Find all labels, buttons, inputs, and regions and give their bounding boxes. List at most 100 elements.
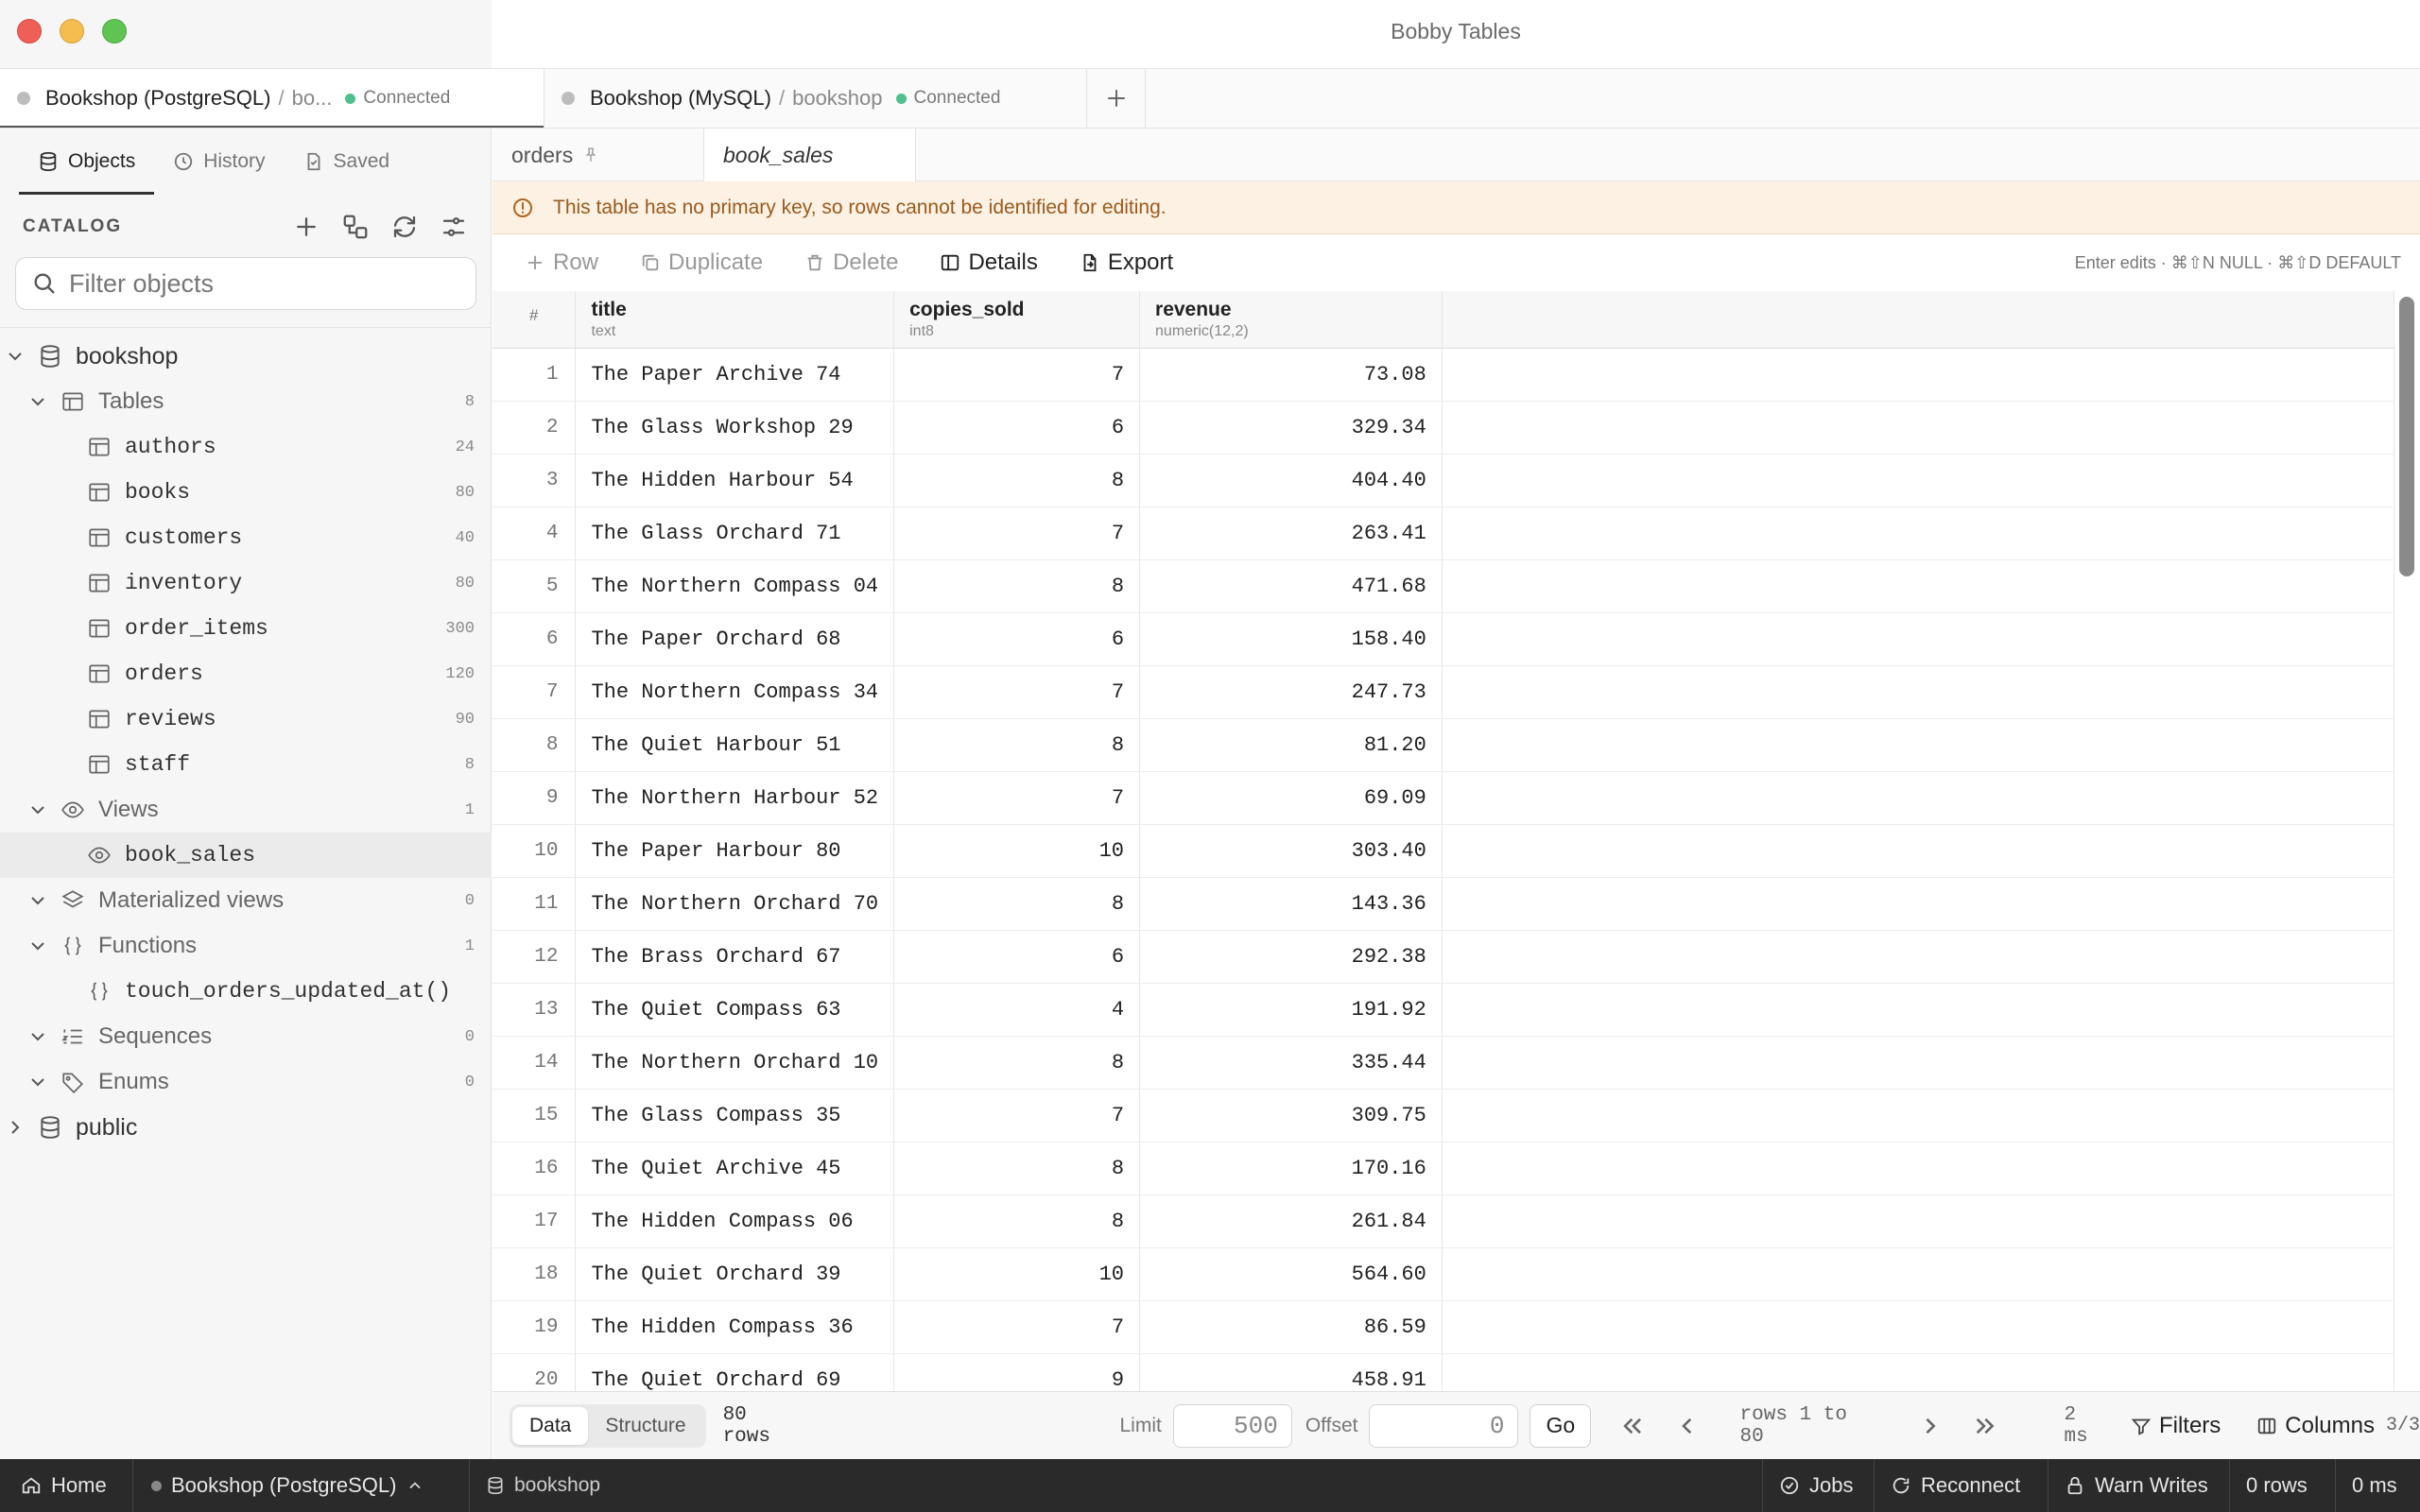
cell-title[interactable]: The Hidden Compass 06	[575, 1194, 895, 1248]
filter-objects-field[interactable]	[15, 257, 476, 310]
cell-revenue[interactable]: 69.09	[1139, 771, 1443, 825]
cell-title[interactable]: The Paper Harbour 80	[575, 824, 895, 878]
first-page-icon[interactable]	[1616, 1409, 1649, 1443]
cell-copies-sold[interactable]: 6	[893, 930, 1141, 984]
cell-title[interactable]: The Northern Compass 34	[575, 665, 895, 719]
cell-title[interactable]: The Brass Orchard 67	[575, 930, 895, 984]
cell-copies-sold[interactable]: 10	[893, 1247, 1141, 1301]
table-row[interactable]: 9 The Northern Harbour 52 7 69.09	[493, 771, 2394, 825]
offset-input[interactable]	[1369, 1403, 1519, 1448]
cell-copies-sold[interactable]: 7	[893, 665, 1141, 719]
export-button[interactable]: Export	[1080, 249, 1173, 276]
chevron-down-icon[interactable]	[26, 390, 49, 413]
schema-diagram-icon[interactable]	[341, 213, 370, 241]
cell-revenue[interactable]: 404.40	[1139, 454, 1443, 507]
cell-copies-sold[interactable]: 7	[893, 348, 1141, 402]
cell-title[interactable]: The Northern Orchard 10	[575, 1036, 895, 1090]
cell-revenue[interactable]: 329.34	[1139, 401, 1443, 455]
filter-objects-input[interactable]	[69, 268, 466, 299]
table-row[interactable]: 10 The Paper Harbour 80 10 303.40	[493, 824, 2394, 878]
cell-revenue[interactable]: 309.75	[1139, 1089, 1443, 1143]
cell-title[interactable]: The Quiet Compass 63	[575, 983, 895, 1037]
data-mode-button[interactable]: Data	[512, 1406, 589, 1445]
cell-title[interactable]: The Quiet Orchard 39	[575, 1247, 895, 1301]
chevron-down-icon[interactable]	[26, 889, 49, 912]
close-window-button[interactable]	[17, 19, 42, 43]
tab-history[interactable]: History	[154, 129, 284, 195]
structure-mode-button[interactable]: Structure	[588, 1407, 702, 1445]
tree-database-bookshop[interactable]: bookshop	[0, 334, 492, 379]
cell-copies-sold[interactable]: 8	[893, 1142, 1141, 1195]
cell-copies-sold[interactable]: 8	[893, 877, 1141, 931]
jobs-button[interactable]: Jobs	[1779, 1459, 1853, 1512]
connection-tab-postgresql[interactable]: Bookshop (PostgreSQL) / bo... Connected	[0, 69, 544, 128]
table-row[interactable]: 17 The Hidden Compass 06 8 261.84	[493, 1194, 2394, 1248]
table-row[interactable]: 2 The Glass Workshop 29 6 329.34	[493, 401, 2394, 455]
cell-title[interactable]: The Northern Orchard 70	[575, 877, 895, 931]
table-row[interactable]: 8 The Quiet Harbour 51 8 81.20	[493, 718, 2394, 772]
cell-title[interactable]: The Hidden Harbour 54	[575, 454, 895, 507]
cell-revenue[interactable]: 86.59	[1139, 1300, 1443, 1354]
cell-revenue[interactable]: 292.38	[1139, 930, 1443, 984]
cell-copies-sold[interactable]: 8	[893, 454, 1141, 507]
cell-title[interactable]: The Glass Compass 35	[575, 1089, 895, 1143]
tab-book-sales[interactable]: book_sales	[704, 129, 916, 181]
chevron-down-icon[interactable]	[26, 935, 49, 957]
tree-group-views[interactable]: Views 1	[0, 787, 492, 833]
tree-view-book-sales[interactable]: book_sales	[0, 833, 492, 878]
tree-table-item[interactable]: authors 24	[0, 424, 492, 470]
chevron-down-icon[interactable]	[4, 345, 26, 368]
vertical-scrollbar[interactable]	[2393, 291, 2419, 1365]
refresh-icon[interactable]	[390, 213, 419, 241]
plus-icon[interactable]	[292, 213, 320, 241]
add-connection-button[interactable]	[1087, 69, 1146, 128]
cell-copies-sold[interactable]: 4	[893, 983, 1141, 1037]
filters-button[interactable]: Filters	[2131, 1413, 2221, 1439]
cell-title[interactable]: The Quiet Archive 45	[575, 1142, 895, 1195]
last-page-icon[interactable]	[1969, 1409, 2002, 1443]
table-row[interactable]: 18 The Quiet Orchard 39 10 564.60	[493, 1247, 2394, 1301]
delete-button[interactable]: Delete	[804, 249, 898, 276]
chevron-down-icon[interactable]	[26, 1071, 49, 1093]
table-row[interactable]: 4 The Glass Orchard 71 7 263.41	[493, 507, 2394, 560]
scrollbar-thumb[interactable]	[2399, 297, 2414, 576]
connection-switcher[interactable]: Bookshop (PostgreSQL)	[151, 1459, 424, 1512]
tree-group-functions[interactable]: Functions 1	[0, 923, 492, 969]
table-row[interactable]: 12 The Brass Orchard 67 6 292.38	[493, 930, 2394, 984]
tree-table-item[interactable]: reviews 90	[0, 696, 492, 742]
cell-revenue[interactable]: 263.41	[1139, 507, 1443, 560]
chevron-right-icon[interactable]	[4, 1116, 26, 1139]
cell-copies-sold[interactable]: 8	[893, 559, 1141, 613]
connection-tab-mysql[interactable]: Bookshop (MySQL) / bookshop Connected	[544, 69, 1087, 128]
tree-table-item[interactable]: books 80	[0, 470, 492, 515]
tree-group-enums[interactable]: Enums 0	[0, 1059, 492, 1105]
tree-table-item[interactable]: customers 40	[0, 515, 492, 560]
column-header-copies-sold[interactable]: copies_sold int8	[893, 291, 1141, 349]
tree-group-materialized-views[interactable]: Materialized views 0	[0, 878, 492, 923]
cell-copies-sold[interactable]: 7	[893, 507, 1141, 560]
tree-table-item[interactable]: order_items 300	[0, 606, 492, 651]
columns-button[interactable]: Columns 3/3	[2256, 1413, 2420, 1439]
cell-title[interactable]: The Hidden Compass 36	[575, 1300, 895, 1354]
table-row[interactable]: 1 The Paper Archive 74 7 73.08	[493, 348, 2394, 402]
cell-revenue[interactable]: 143.36	[1139, 877, 1443, 931]
table-row[interactable]: 6 The Paper Orchard 68 6 158.40	[493, 612, 2394, 666]
cell-title[interactable]: The Paper Orchard 68	[575, 612, 895, 666]
cell-title[interactable]: The Glass Orchard 71	[575, 507, 895, 560]
column-header-title[interactable]: title text	[575, 291, 895, 349]
cell-title[interactable]: The Glass Workshop 29	[575, 401, 895, 455]
table-row[interactable]: 11 The Northern Orchard 70 8 143.36	[493, 877, 2394, 931]
table-row[interactable]: 5 The Northern Compass 04 8 471.68	[493, 559, 2394, 613]
previous-page-icon[interactable]	[1671, 1409, 1704, 1443]
tree-table-item[interactable]: inventory 80	[0, 560, 492, 606]
table-row[interactable]: 3 The Hidden Harbour 54 8 404.40	[493, 454, 2394, 507]
column-header-revenue[interactable]: revenue numeric(12,2)	[1139, 291, 1443, 349]
tree-group-tables[interactable]: Tables 8	[0, 379, 492, 424]
tree-group-sequences[interactable]: Sequences 0	[0, 1014, 492, 1059]
cell-title[interactable]: The Northern Harbour 52	[575, 771, 895, 825]
minimize-window-button[interactable]	[60, 19, 84, 43]
cell-copies-sold[interactable]: 7	[893, 771, 1141, 825]
cell-revenue[interactable]: 261.84	[1139, 1194, 1443, 1248]
go-button[interactable]: Go	[1530, 1403, 1592, 1448]
tab-objects[interactable]: Objects	[19, 129, 155, 195]
